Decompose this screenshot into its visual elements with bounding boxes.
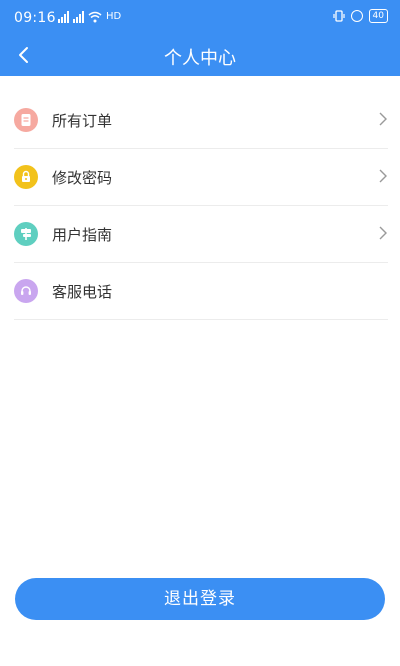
nav-bar: 个人中心 <box>0 34 400 76</box>
signpost-icon <box>14 222 38 246</box>
battery-icon: 40 <box>368 9 388 23</box>
status-time: 09:16 <box>14 10 56 26</box>
lock-icon <box>14 165 38 189</box>
signal-indicators: HD <box>58 10 121 24</box>
menu-item-label: 客服电话 <box>52 282 113 301</box>
page-title: 个人中心 <box>164 48 236 69</box>
chevron-right-icon <box>379 169 387 183</box>
menu-item-customer-service[interactable]: 客服电话 <box>14 263 388 320</box>
alarm-icon <box>350 10 363 22</box>
menu-item-label: 所有订单 <box>52 111 113 130</box>
menu-item-change-password[interactable]: 修改密码 <box>14 149 388 206</box>
menu-item-orders[interactable]: 所有订单 <box>14 92 388 149</box>
order-icon <box>14 108 38 132</box>
chevron-right-icon <box>379 112 387 126</box>
app-header: 09:16 HD 40 个人中心 <box>0 0 400 76</box>
status-right: 40 <box>332 9 388 23</box>
signal-icon <box>73 11 84 23</box>
menu-item-label: 修改密码 <box>52 168 113 187</box>
network-label: HD <box>106 11 122 22</box>
status-bar: 09:16 HD 40 <box>0 0 400 34</box>
logout-button[interactable]: 退出登录 <box>15 578 385 620</box>
menu-item-user-guide[interactable]: 用户指南 <box>14 206 388 263</box>
headset-icon <box>14 279 38 303</box>
wifi-icon <box>88 11 102 23</box>
menu-item-label: 用户指南 <box>52 225 113 244</box>
vibrate-icon <box>332 10 345 22</box>
signal-icon <box>58 11 69 23</box>
menu-list: 所有订单 修改密码 用户指南 客服电话 <box>14 92 388 320</box>
chevron-right-icon <box>379 226 387 240</box>
